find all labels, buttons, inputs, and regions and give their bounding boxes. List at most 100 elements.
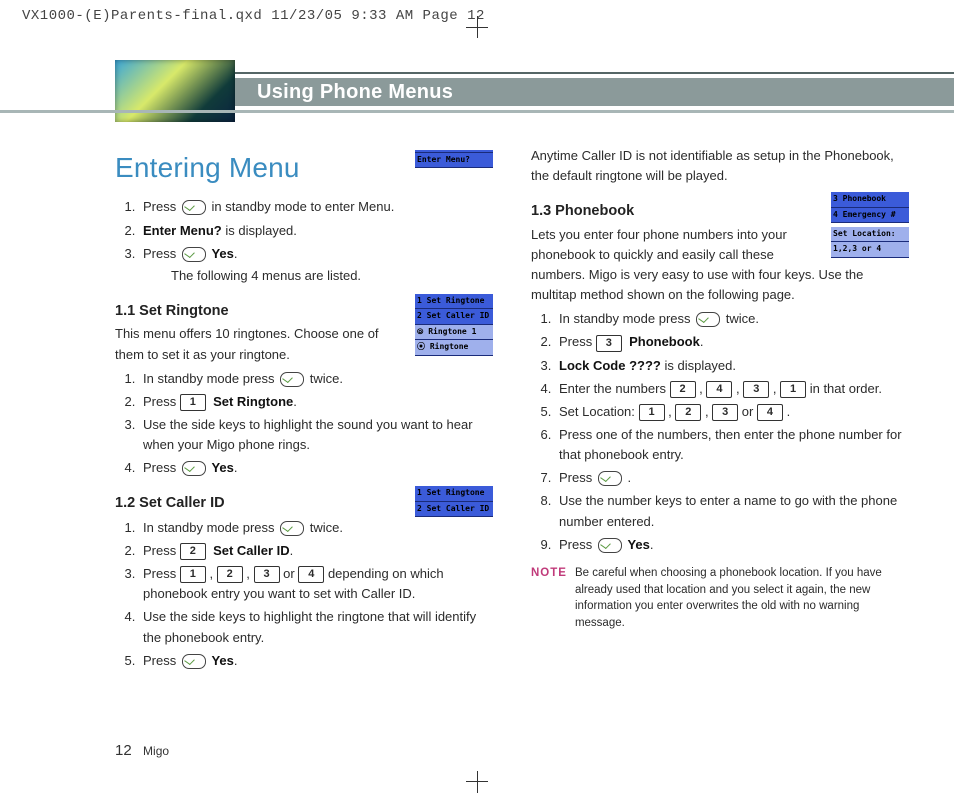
screen-line: 1 Set Ringtone — [415, 294, 493, 309]
screen-line: Set Location: — [831, 227, 909, 242]
product-name: Migo — [143, 744, 169, 758]
step: Press . — [555, 468, 909, 488]
ok-key-icon — [182, 461, 206, 476]
bold-text: Set Ringtone — [213, 394, 293, 409]
screen-set-ringtone: 1 Set Ringtone 2 Set Caller ID ⦾ Rington… — [415, 294, 493, 356]
key-1: 1 — [639, 404, 665, 421]
text: twice. — [310, 520, 343, 535]
text: Press — [143, 394, 180, 409]
text: Press — [559, 334, 596, 349]
step: Press 1 , 2 , 3 or 4 depending on which … — [139, 564, 493, 604]
screen-line: 2 Set Caller ID — [415, 309, 493, 324]
step: Use the number keys to enter a name to g… — [555, 491, 909, 531]
step: In standby mode press twice. — [139, 369, 493, 389]
text: twice. — [726, 311, 759, 326]
text: Press — [143, 199, 180, 214]
intro-steps: Press in standby mode to enter Menu. Ent… — [115, 197, 493, 286]
bold-text: Lock Code ???? — [559, 358, 661, 373]
text: in that order. — [810, 381, 882, 396]
key-1: 1 — [780, 381, 806, 398]
text: is displayed. — [664, 358, 736, 373]
text: In standby mode press — [143, 371, 278, 386]
left-column: Enter Menu? Entering Menu Press in stand… — [115, 140, 493, 677]
text: In standby mode press — [559, 311, 694, 326]
text: Press — [143, 653, 180, 668]
key-4: 4 — [757, 404, 783, 421]
key-2: 2 — [675, 404, 701, 421]
text: Press — [143, 246, 180, 261]
step: Enter Menu? is displayed. — [139, 221, 493, 241]
text: Enter the numbers — [559, 381, 670, 396]
text: Press — [143, 543, 180, 558]
screen-line: 3 Phonebook — [831, 192, 909, 207]
ok-key-icon — [598, 471, 622, 486]
step: Press one of the numbers, then enter the… — [555, 425, 909, 465]
step: Press 3 Phonebook. — [555, 332, 909, 352]
screen-line: 1 Set Ringtone — [415, 486, 493, 501]
screen-phonebook: 3 Phonebook 4 Emergency # Set Location: … — [831, 192, 909, 258]
header: Using Phone Menus — [115, 60, 909, 122]
text: Press — [559, 470, 596, 485]
page-footer: 12 Migo — [115, 742, 169, 759]
ok-key-icon — [182, 654, 206, 669]
ok-key-icon — [182, 247, 206, 262]
step: Set Location: 1 , 2 , 3 or 4 . — [555, 402, 909, 422]
key-1: 1 — [180, 394, 206, 411]
key-3: 3 — [596, 335, 622, 352]
ok-key-icon — [598, 538, 622, 553]
key-3: 3 — [712, 404, 738, 421]
header-rule — [0, 110, 954, 113]
key-4: 4 — [298, 566, 324, 583]
ok-key-icon — [280, 372, 304, 387]
key-2: 2 — [217, 566, 243, 583]
key-3: 3 — [743, 381, 769, 398]
screen-enter-menu: Enter Menu? — [415, 150, 493, 168]
right-column: Anytime Caller ID is not identifiable as… — [531, 140, 909, 677]
key-2: 2 — [670, 381, 696, 398]
step: Use the side keys to highlight the ringt… — [139, 607, 493, 647]
screen-set-caller: 1 Set Ringtone 2 Set Caller ID — [415, 486, 493, 517]
step: Press Yes. The following 4 menus are lis… — [139, 244, 493, 286]
text: twice. — [310, 371, 343, 386]
step: Press in standby mode to enter Menu. — [139, 197, 493, 217]
sec11-steps: In standby mode press twice. Press 1 Set… — [115, 369, 493, 479]
screen-line: 1,2,3 or 4 — [831, 242, 909, 257]
note-text: Be careful when choosing a phonebook loc… — [575, 565, 909, 632]
sec13-steps: In standby mode press twice. Press 3 Pho… — [531, 309, 909, 555]
screen-line: ⦾ Ringtone 1 — [415, 325, 493, 340]
bold-text: Yes — [211, 246, 233, 261]
bold-text: Yes — [211, 460, 233, 475]
crop-mark — [477, 771, 478, 793]
step: In standby mode press twice. — [555, 309, 909, 329]
text: in standby mode to enter Menu. — [211, 199, 394, 214]
key-2: 2 — [180, 543, 206, 560]
ok-key-icon — [182, 200, 206, 215]
bold-text: Yes — [627, 537, 649, 552]
text: Press — [559, 537, 596, 552]
text: In standby mode press — [143, 520, 278, 535]
note-label: NOTE — [531, 565, 567, 632]
screen-line: Enter Menu? — [415, 153, 493, 168]
key-3: 3 — [254, 566, 280, 583]
text: Press — [143, 460, 180, 475]
bold-text: Enter Menu? — [143, 223, 222, 238]
ok-key-icon — [696, 312, 720, 327]
header-title: Using Phone Menus — [257, 81, 453, 104]
continuation-text: Anytime Caller ID is not identifiable as… — [531, 146, 909, 186]
step: Press Yes. — [139, 651, 493, 671]
header-rule — [235, 72, 954, 74]
text: The following 4 menus are listed. — [171, 266, 493, 286]
screen-line: 4 Emergency # — [831, 208, 909, 223]
step: Press 2 Set Caller ID. — [139, 541, 493, 561]
screen-line: 2 Set Caller ID — [415, 502, 493, 517]
note-block: NOTE Be careful when choosing a phoneboo… — [531, 565, 909, 632]
step: Lock Code ???? is displayed. — [555, 356, 909, 376]
step: Press Yes. — [555, 535, 909, 555]
bold-text: Set Caller ID — [213, 543, 290, 558]
ok-key-icon — [280, 521, 304, 536]
text: Press — [143, 566, 180, 581]
step: Enter the numbers 2 , 4 , 3 , 1 in that … — [555, 379, 909, 399]
text: is displayed. — [225, 223, 297, 238]
key-4: 4 — [706, 381, 732, 398]
bold-text: Yes — [211, 653, 233, 668]
